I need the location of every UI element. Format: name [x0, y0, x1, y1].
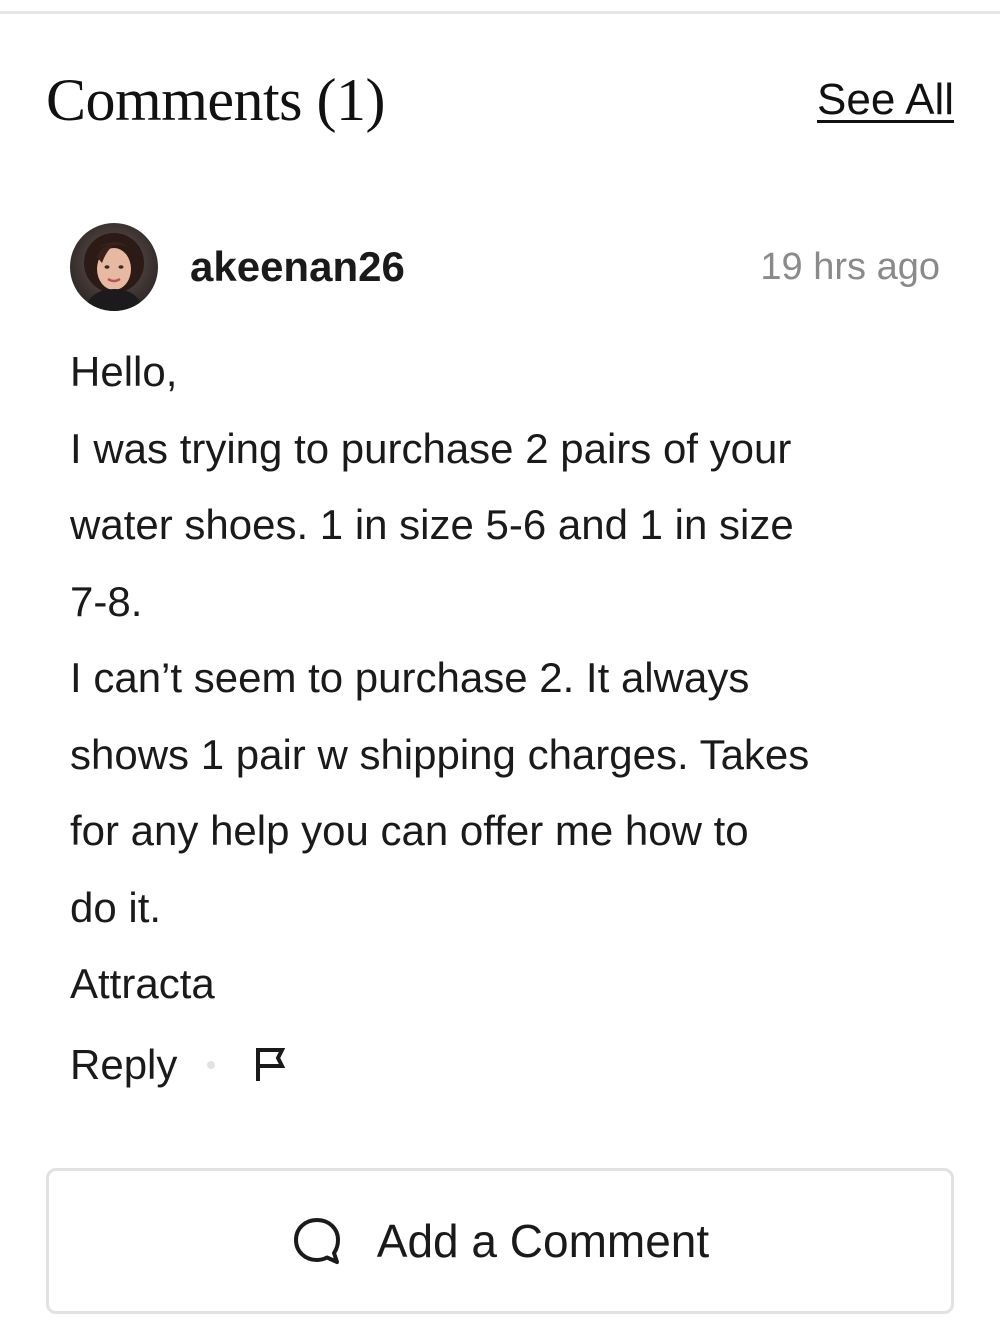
comments-title: Comments (1): [46, 66, 385, 133]
comment-line: I can’t seem to purchase 2. It always: [70, 654, 750, 701]
comment-line: water shoes. 1 in size 5-6 and 1 in size: [70, 501, 794, 548]
separator-dot: [207, 1061, 216, 1069]
comment-line: Attracta: [70, 960, 215, 1007]
flag-icon[interactable]: [251, 1045, 291, 1085]
comment-timestamp: 19 hrs ago: [760, 245, 940, 288]
see-all-link[interactable]: See All: [817, 75, 954, 125]
comment-line: Hello,: [70, 348, 178, 395]
comment-line: for any help you can offer me how to: [70, 807, 749, 854]
add-comment-label: Add a Comment: [376, 1215, 710, 1267]
comment-line: 7-8.: [70, 577, 143, 625]
comment-body: Hello, I was trying to purchase 2 pairs …: [70, 334, 940, 1023]
speech-bubble-icon: [293, 1218, 340, 1264]
top-divider: [0, 11, 1000, 14]
user-avatar[interactable]: [70, 223, 158, 311]
comment-line: do it.: [70, 883, 162, 931]
comment-line: I was trying to purchase 2 pairs of your: [70, 424, 792, 472]
avatar-photo-icon: [70, 223, 158, 311]
comment-username[interactable]: akeenan26: [190, 243, 760, 291]
add-comment-button[interactable]: Add a Comment: [46, 1168, 954, 1314]
comments-header: Comments (1) See All: [46, 60, 954, 140]
comment-header: akeenan26 19 hrs ago: [70, 222, 940, 312]
comment-line: shows 1 pair w shipping charges. Takes: [70, 730, 810, 778]
comment-actions: Reply: [70, 1030, 291, 1100]
reply-button[interactable]: Reply: [70, 1041, 177, 1089]
